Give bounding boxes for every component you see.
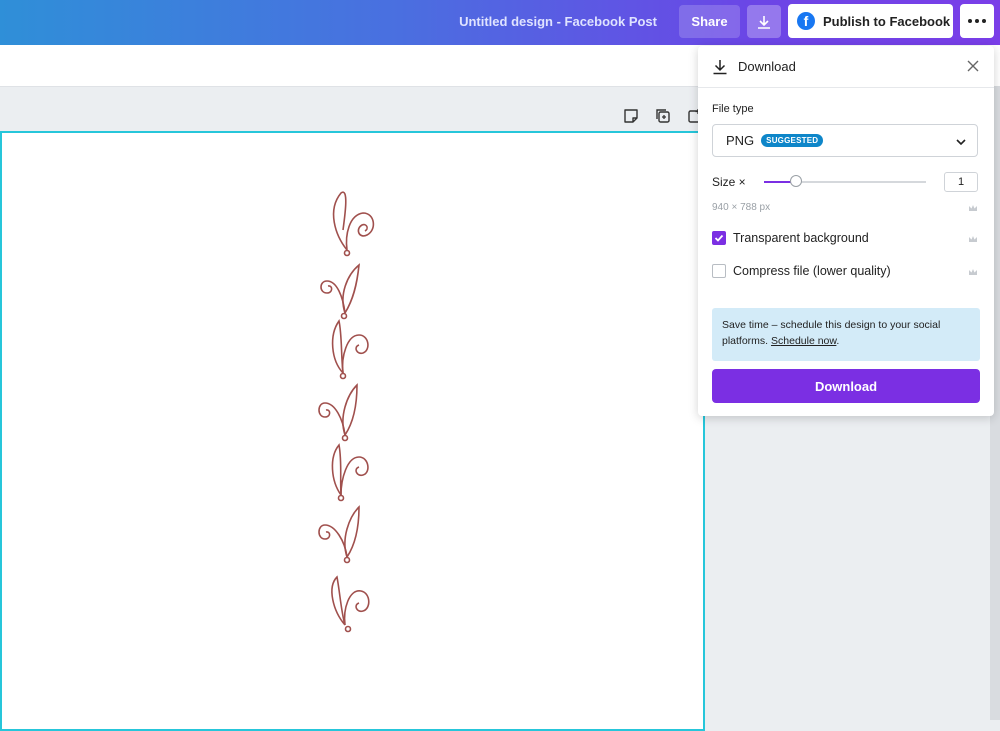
crown-icon xyxy=(969,205,977,211)
download-icon xyxy=(713,59,727,74)
chevron-down-icon xyxy=(956,139,966,146)
download-panel: Download File type PNG SUGGESTED Size × … xyxy=(698,46,994,416)
file-type-value: PNG xyxy=(726,133,755,148)
suggested-badge: SUGGESTED xyxy=(761,134,824,147)
transparent-background-checkbox[interactable] xyxy=(712,231,726,245)
download-button-top[interactable] xyxy=(747,5,781,38)
download-panel-title: Download xyxy=(738,59,796,74)
swirl-ornament[interactable] xyxy=(287,185,407,645)
compress-file-label: Compress file (lower quality) xyxy=(733,264,891,278)
dimensions-text: 940 × 788 px xyxy=(712,202,771,213)
compress-file-checkbox[interactable] xyxy=(712,264,726,278)
publish-to-facebook-button[interactable]: f Publish to Facebook xyxy=(788,4,953,38)
duplicate-page-icon[interactable] xyxy=(654,107,672,125)
facebook-icon: f xyxy=(797,12,815,30)
size-label: Size × xyxy=(712,175,746,189)
transparent-background-label: Transparent background xyxy=(733,231,869,245)
schedule-info-box: Save time – schedule this design to your… xyxy=(712,308,980,361)
crown-icon xyxy=(969,236,977,242)
more-dot xyxy=(975,19,979,23)
publish-label: Publish to Facebook xyxy=(823,13,951,29)
crown-icon xyxy=(969,269,977,275)
check-icon xyxy=(714,234,724,242)
compress-file-option[interactable]: Compress file (lower quality) xyxy=(712,264,891,278)
more-options-button[interactable] xyxy=(960,4,994,38)
close-icon[interactable] xyxy=(966,59,980,73)
more-dot xyxy=(982,19,986,23)
more-dots-icon xyxy=(968,19,972,23)
file-type-label: File type xyxy=(712,103,754,115)
download-panel-header: Download xyxy=(698,46,994,88)
size-slider[interactable] xyxy=(764,175,926,187)
page-tools xyxy=(622,107,704,125)
schedule-now-link[interactable]: Schedule now xyxy=(771,335,836,347)
top-bar: Untitled design - Facebook Post Share f … xyxy=(0,0,1000,45)
size-slider-handle[interactable] xyxy=(790,175,803,187)
download-icon xyxy=(758,15,770,29)
transparent-background-option[interactable]: Transparent background xyxy=(712,231,869,245)
design-canvas[interactable] xyxy=(0,131,705,731)
info-end: . xyxy=(836,335,840,347)
document-title[interactable]: Untitled design - Facebook Post xyxy=(459,14,657,29)
note-icon[interactable] xyxy=(622,107,640,125)
share-button[interactable]: Share xyxy=(679,5,740,38)
size-input[interactable]: 1 xyxy=(944,172,978,192)
download-button[interactable]: Download xyxy=(712,369,980,403)
file-type-select[interactable]: PNG SUGGESTED xyxy=(712,124,978,157)
